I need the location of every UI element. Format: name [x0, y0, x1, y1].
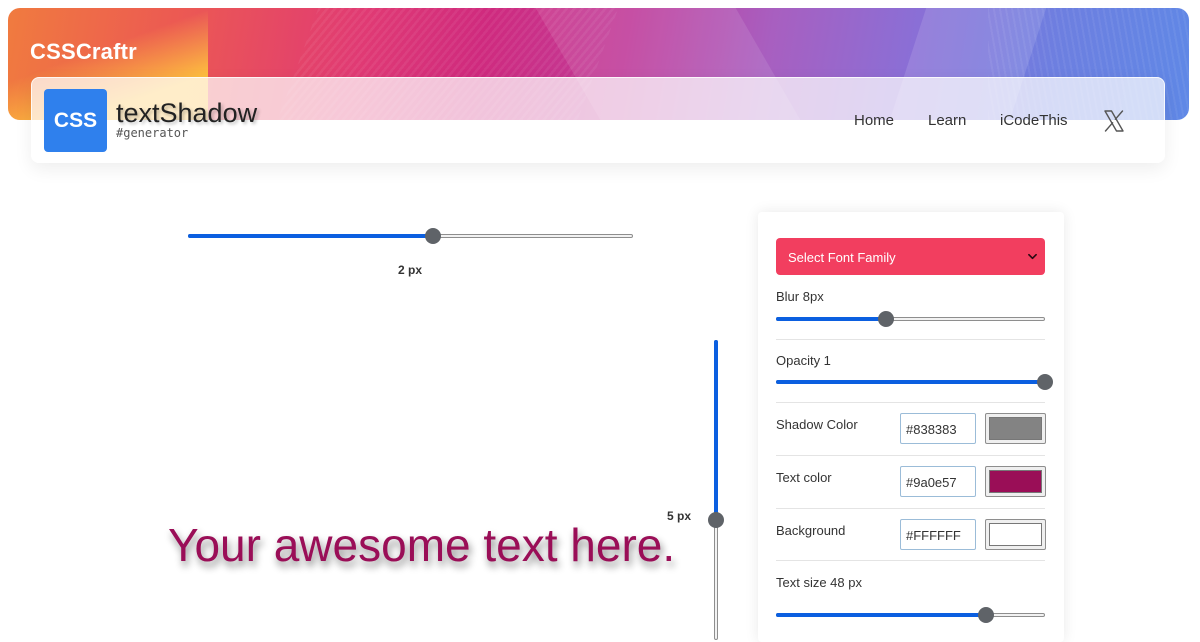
slider-fill — [188, 234, 433, 238]
x-twitter-icon[interactable] — [1102, 109, 1126, 133]
brand-name[interactable]: CSSCraftr — [30, 39, 137, 65]
text-color-swatch — [989, 470, 1042, 493]
divider — [776, 560, 1045, 561]
background-color-swatch — [989, 523, 1042, 546]
page-subtitle: #generator — [116, 126, 189, 140]
text-color-hex-input[interactable]: #9a0e57 — [900, 466, 976, 497]
chevron-down-icon — [1028, 253, 1037, 260]
font-family-select[interactable]: Select Font Family — [776, 238, 1045, 275]
preview-text: Your awesome text here. — [168, 519, 676, 571]
opacity-slider[interactable] — [776, 372, 1053, 392]
font-family-select-value: Select Font Family — [788, 250, 896, 265]
control-panel: Select Font Family Blur 8px Opacity 1 Sh… — [758, 212, 1064, 642]
slider-thumb[interactable] — [977, 607, 994, 623]
offset-x-slider[interactable] — [188, 226, 633, 246]
slider-thumb[interactable] — [878, 311, 895, 327]
divider — [776, 339, 1045, 340]
header-bar: CSS textShadow #generator Home Learn iCo… — [31, 77, 1165, 163]
divider — [776, 402, 1045, 403]
shadow-color-hex-input[interactable]: #838383 — [900, 413, 976, 444]
background-hex-input[interactable]: #FFFFFF — [900, 519, 976, 550]
slider-fill — [776, 380, 1045, 384]
offset-y-slider[interactable] — [706, 340, 726, 640]
background-color-picker[interactable] — [985, 519, 1046, 550]
page-title: textShadow — [116, 98, 258, 128]
shadow-color-label: Shadow Color — [776, 417, 858, 432]
offset-x-value: 2 px — [398, 263, 423, 277]
nav-link-home[interactable]: Home — [854, 112, 894, 129]
slider-thumb[interactable] — [1037, 374, 1053, 390]
text-size-slider[interactable] — [776, 605, 1045, 625]
shadow-color-swatch — [989, 417, 1042, 440]
slider-thumb[interactable] — [424, 228, 441, 244]
nav-link-icodethis[interactable]: iCodeThis — [1000, 112, 1068, 129]
slider-fill — [776, 613, 986, 617]
slider-fill — [714, 340, 718, 520]
shadow-color-picker[interactable] — [985, 413, 1046, 444]
text-color-label: Text color — [776, 470, 832, 485]
opacity-label: Opacity 1 — [776, 353, 831, 368]
css-logo[interactable]: CSS — [44, 89, 107, 152]
blur-slider[interactable] — [776, 309, 1045, 329]
slider-fill — [776, 317, 887, 321]
text-color-picker[interactable] — [985, 466, 1046, 497]
slider-thumb[interactable] — [708, 512, 724, 528]
divider — [776, 508, 1045, 509]
background-label: Background — [776, 523, 846, 538]
nav-link-learn[interactable]: Learn — [928, 112, 966, 129]
blur-label: Blur 8px — [776, 289, 824, 304]
text-size-label: Text size 48 px — [776, 575, 862, 590]
divider — [776, 455, 1045, 456]
